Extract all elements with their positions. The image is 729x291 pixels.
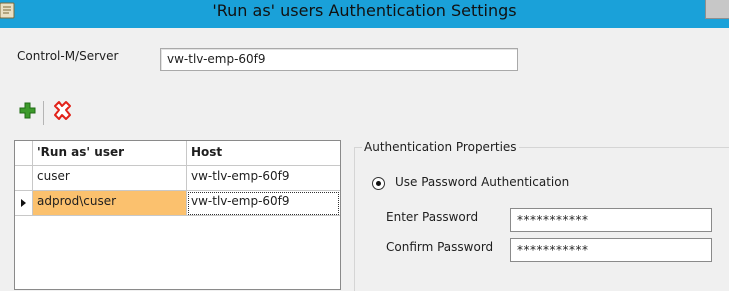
use-password-radio[interactable] xyxy=(372,177,385,190)
close-button[interactable] xyxy=(705,0,729,19)
column-header-host[interactable]: Host xyxy=(187,141,340,166)
enter-password-field[interactable]: *********** xyxy=(510,208,712,232)
group-border-left xyxy=(354,147,355,291)
window-title: 'Run as' users Authentication Settings xyxy=(212,1,517,20)
delete-x-icon[interactable] xyxy=(51,100,73,122)
row-header-selected[interactable] xyxy=(15,191,33,216)
row-pointer-icon xyxy=(21,199,26,207)
run-as-users-grid[interactable]: 'Run as' user Host cuser vw-tlv-emp-60f9… xyxy=(14,140,341,290)
confirm-password-field[interactable]: *********** xyxy=(510,238,712,262)
plus-icon[interactable] xyxy=(17,100,39,122)
enter-password-label: Enter Password xyxy=(386,210,479,224)
column-header-run-as-user[interactable]: 'Run as' user xyxy=(33,141,187,166)
server-label: Control-M/Server xyxy=(17,49,119,63)
enter-password-value: *********** xyxy=(517,213,589,227)
row-header[interactable] xyxy=(15,166,33,191)
table-row-user[interactable]: cuser xyxy=(33,166,187,191)
table-row-user-selected[interactable]: adprod\cuser xyxy=(33,191,187,216)
row-header-corner xyxy=(15,141,33,166)
table-row-host-selected[interactable]: vw-tlv-emp-60f9 xyxy=(187,191,340,216)
title-bar[interactable]: 'Run as' users Authentication Settings xyxy=(0,0,729,28)
confirm-password-value: *********** xyxy=(517,243,589,257)
server-field-value: vw-tlv-emp-60f9 xyxy=(167,52,266,66)
confirm-password-label: Confirm Password xyxy=(386,240,494,254)
authentication-properties-title: Authentication Properties xyxy=(362,140,519,154)
toolbar-separator xyxy=(43,101,44,125)
server-field[interactable]: vw-tlv-emp-60f9 xyxy=(160,48,518,71)
use-password-label[interactable]: Use Password Authentication xyxy=(395,175,569,189)
table-row-host[interactable]: vw-tlv-emp-60f9 xyxy=(187,166,340,191)
